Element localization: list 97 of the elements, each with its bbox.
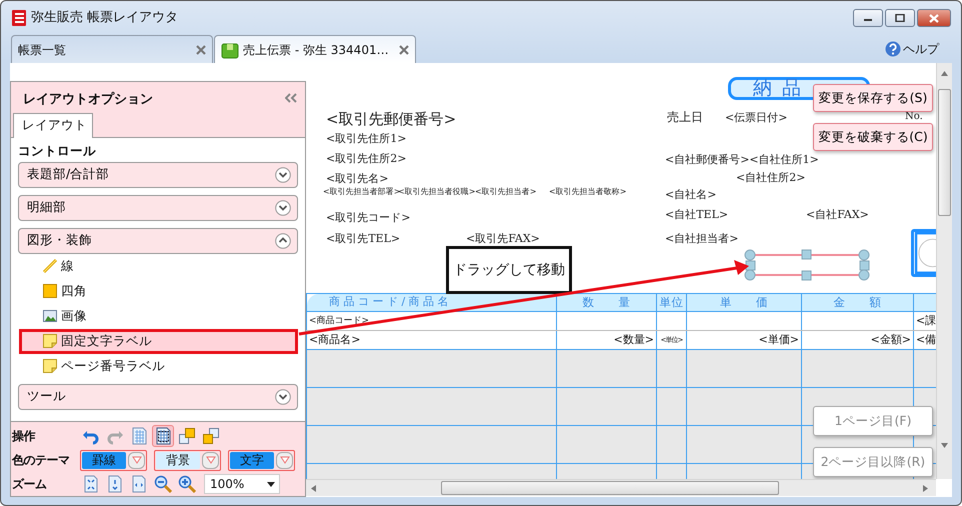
zoom-out-icon xyxy=(154,475,172,493)
row-label: 色のテーマ xyxy=(12,452,70,469)
field-label[interactable]: <自社TEL> xyxy=(665,208,728,220)
field-label[interactable]: No. xyxy=(905,112,923,122)
field-label[interactable]: <取引先名> xyxy=(326,172,388,184)
field-label[interactable]: <取引先郵便番号> xyxy=(326,112,456,126)
control-item[interactable]: 線 xyxy=(19,254,298,279)
fit-height-icon xyxy=(106,475,124,493)
zoom-select[interactable]: 100% xyxy=(204,474,280,494)
bring-front-icon xyxy=(178,427,196,445)
scroll-right-icon[interactable] xyxy=(923,485,928,492)
scroll-down-icon[interactable] xyxy=(941,443,948,448)
field-label[interactable]: 売上日 xyxy=(667,111,703,123)
toolbar-button[interactable] xyxy=(152,425,174,447)
column-header: 単位 xyxy=(656,294,686,312)
action-button[interactable]: 変更を破棄する(C) xyxy=(813,123,933,151)
column-header: 商 品 コ ー ド / 商 品 名 xyxy=(306,294,556,312)
field-label[interactable]: <自社名> xyxy=(665,188,716,200)
image-icon xyxy=(42,308,58,324)
column-header: 数 量 xyxy=(556,294,656,312)
maximize-button[interactable] xyxy=(885,9,915,27)
document-tab[interactable]: 売上伝票 - 弥生 334401… xyxy=(214,35,416,63)
selection-handles-drawing[interactable] xyxy=(744,249,870,281)
column-header: 単 価 xyxy=(686,294,802,312)
fit-page-icon xyxy=(82,475,100,493)
field-label[interactable]: <伝票日付> xyxy=(725,112,788,122)
minimize-button[interactable] xyxy=(853,9,883,27)
accordion-header[interactable]: 図形・装飾 xyxy=(18,228,298,254)
dropdown-button[interactable] xyxy=(202,452,219,468)
field-label[interactable]: <取引先担当者敬称> xyxy=(549,188,626,196)
help-icon xyxy=(885,41,901,57)
control-item[interactable]: 画像 xyxy=(19,304,298,329)
grid-page-icon xyxy=(130,427,148,445)
zoom-button[interactable] xyxy=(176,473,198,495)
field-label[interactable]: <取引先担当者役職> xyxy=(398,188,476,196)
close-icon[interactable] xyxy=(399,44,409,54)
panel-title: レイアウトオプション xyxy=(23,90,153,109)
scroll-left-icon[interactable] xyxy=(311,485,316,492)
help-link[interactable]: ヘルプ xyxy=(885,40,939,58)
caret-icon xyxy=(132,456,142,464)
accordion-header[interactable]: 表題部/合計部 xyxy=(18,162,298,188)
close-icon[interactable] xyxy=(196,44,206,54)
field-label[interactable]: <取引先TEL> xyxy=(326,232,400,244)
scroll-up-icon[interactable] xyxy=(941,71,948,76)
caret-icon xyxy=(206,456,216,464)
theme-toggle[interactable]: 背景 xyxy=(156,452,200,468)
fit-width-icon xyxy=(130,475,148,493)
zoom-in-icon xyxy=(178,475,196,493)
column-header: 金 額 xyxy=(802,294,914,312)
grid-page-icon xyxy=(154,427,172,445)
collapse-icon[interactable] xyxy=(285,93,297,103)
caret-icon xyxy=(267,482,275,486)
horizontal-scrollbar[interactable] xyxy=(306,479,936,496)
control-item[interactable]: 四角 xyxy=(19,278,298,304)
control-item[interactable]: 固定文字ラベル xyxy=(19,328,298,354)
theme-toggle[interactable]: 罫線 xyxy=(82,452,126,468)
caret-icon xyxy=(280,456,290,464)
field-label[interactable]: <自社住所2> xyxy=(736,172,806,182)
theme-toggle[interactable]: 文字 xyxy=(230,452,274,468)
document-tab[interactable]: 帳票一覧 xyxy=(11,35,213,63)
maximize-icon[interactable] xyxy=(895,14,905,22)
field-label[interactable]: <取引先FAX> xyxy=(466,232,540,244)
accordion-header[interactable]: ツール xyxy=(18,384,298,410)
action-button[interactable]: 変更を保存する(S) xyxy=(813,84,933,112)
section-title: コントロール xyxy=(18,142,97,160)
vertical-scrollbar[interactable] xyxy=(936,63,952,479)
page-button[interactable]: 2ページ目以降(R) xyxy=(813,447,933,477)
field-label[interactable]: <自社担当者> xyxy=(665,232,738,244)
field-label[interactable]: <取引先住所1> xyxy=(326,132,406,144)
note-icon xyxy=(42,333,58,350)
send-back-icon xyxy=(202,427,220,445)
panel-tab[interactable]: レイアウト xyxy=(13,112,93,138)
scroll-thumb[interactable] xyxy=(938,89,951,216)
row-label: 操作 xyxy=(12,428,36,445)
note-icon xyxy=(42,358,58,374)
scroll-thumb[interactable] xyxy=(441,481,779,495)
field-label[interactable]: <取引先担当者> xyxy=(475,188,536,196)
line-icon xyxy=(42,258,58,274)
page-button[interactable]: 1ページ目(F) xyxy=(813,406,933,436)
table-cell: <商品コード> xyxy=(306,312,556,331)
field-label[interactable]: <自社FAX> xyxy=(806,208,869,220)
close-button[interactable] xyxy=(917,9,951,27)
zoom-button[interactable] xyxy=(152,473,174,495)
square-icon xyxy=(42,283,58,300)
dropdown-button[interactable] xyxy=(276,452,293,468)
accordion-header[interactable]: 明細部 xyxy=(18,194,298,221)
field-label[interactable]: <自社郵便番号><自社住所1> xyxy=(665,154,819,164)
field-label[interactable]: <取引先コード> xyxy=(326,212,410,222)
control-item[interactable]: ページ番号ラベル xyxy=(19,354,298,379)
field-label[interactable]: <取引先担当者部署> xyxy=(323,188,400,196)
dropdown-button[interactable] xyxy=(128,452,145,468)
callout-box: ドラッグして移動 xyxy=(446,246,572,294)
folder-icon xyxy=(221,40,239,58)
app-icon xyxy=(11,9,27,27)
row-label: ズーム xyxy=(12,476,48,493)
window-title: 弥生販売 帳票レイアウタ xyxy=(31,9,178,28)
field-label[interactable]: <取引先住所2> xyxy=(326,152,406,164)
